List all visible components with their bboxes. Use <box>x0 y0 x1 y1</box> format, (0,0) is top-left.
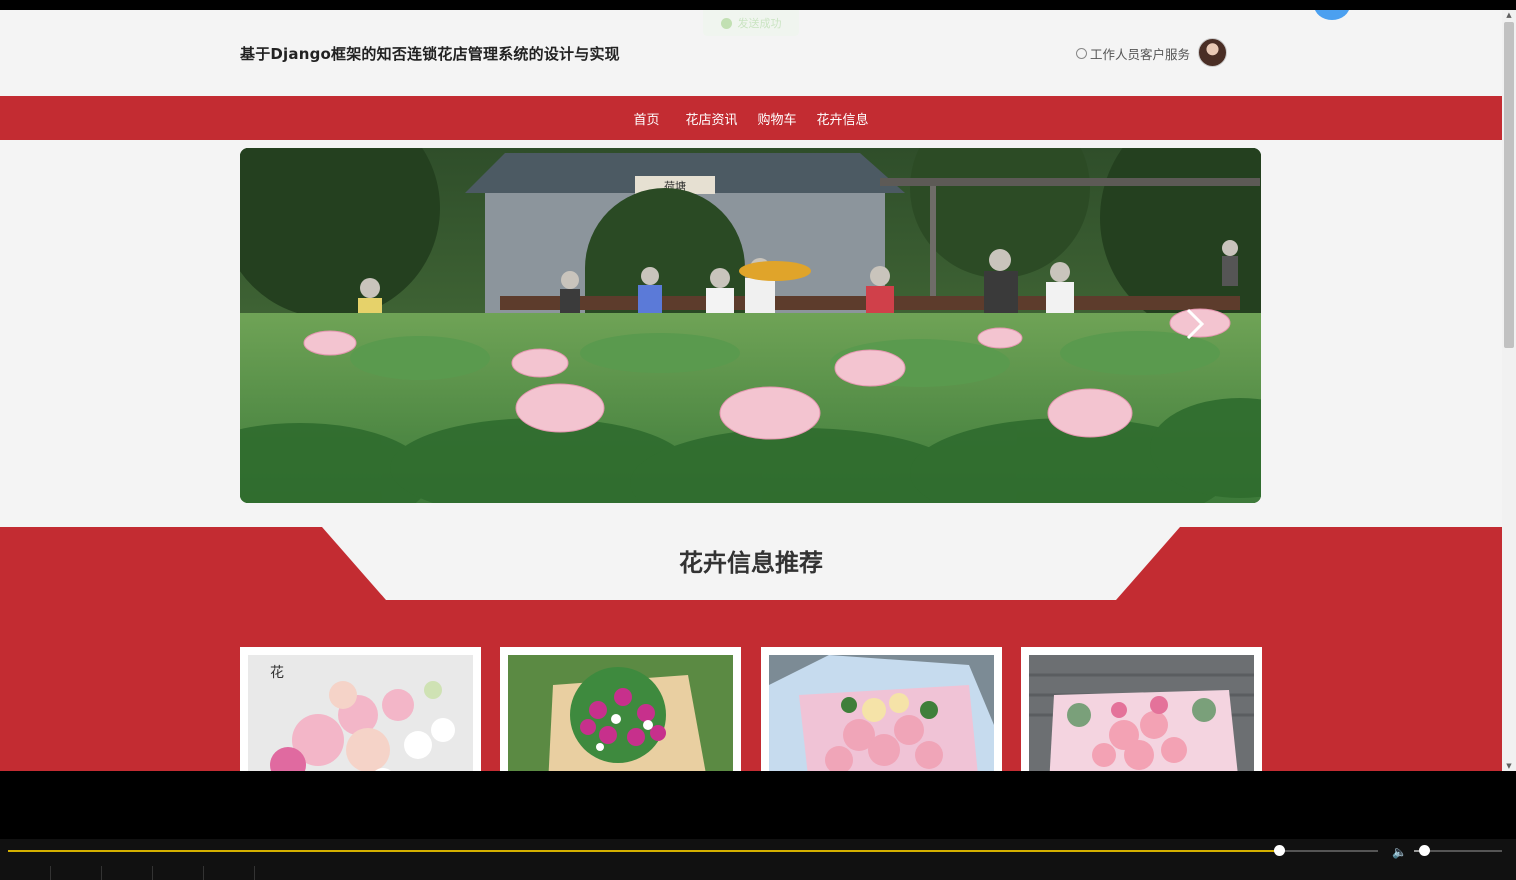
progress-fill <box>8 850 1280 852</box>
flower-card-3[interactable] <box>761 647 1002 771</box>
flower-card-1[interactable]: 花 <box>240 647 481 771</box>
speaker-icon[interactable]: 🔈 <box>1392 845 1407 859</box>
chat-bubble-icon <box>1076 48 1087 59</box>
flower-card-4[interactable] <box>1021 647 1262 771</box>
nav-item-cart[interactable]: 购物车 <box>748 109 807 128</box>
main-nav: 首页 花店资讯 购物车 花卉信息 <box>0 96 1502 140</box>
scroll-down-icon[interactable]: ▼ <box>1505 762 1513 770</box>
banner-carousel[interactable]: 荷塘 <box>240 148 1261 503</box>
playback-progress-bar[interactable] <box>8 845 1378 856</box>
user-avatar[interactable] <box>1198 38 1227 67</box>
scrollbar-thumb[interactable] <box>1504 22 1514 348</box>
customer-service-link[interactable]: 工作人员客户服务 <box>1076 44 1190 63</box>
flower-image-2 <box>508 655 733 771</box>
banner-image: 荷塘 <box>240 148 1261 503</box>
page-scrollbar[interactable]: ▲ ▼ <box>1502 10 1516 771</box>
nav-item-flowers[interactable]: 花卉信息 <box>807 109 879 128</box>
nav-item-home[interactable]: 首页 <box>623 109 669 128</box>
nav-item-news[interactable]: 花店资讯 <box>675 109 747 128</box>
volume-knob[interactable] <box>1418 845 1430 856</box>
customer-service-label: 工作人员客户服务 <box>1090 47 1191 62</box>
video-player-controls: 🔈 <box>0 839 1516 880</box>
site-header: 基于Django框架的知否连锁花店管理系统的设计与实现 工作人员客户服务 <box>0 10 1502 96</box>
browser-viewport: 发送成功 基于Django框架的知否连锁花店管理系统的设计与实现 工作人员客户服… <box>0 10 1502 771</box>
control-strip <box>0 866 1516 880</box>
progress-knob[interactable] <box>1274 845 1286 856</box>
site-title: 基于Django框架的知否连锁花店管理系统的设计与实现 <box>240 45 620 63</box>
recommend-section: 花卉信息推荐 花 <box>0 527 1502 771</box>
volume-slider[interactable] <box>1414 845 1502 856</box>
svg-text:花: 花 <box>270 665 284 681</box>
scroll-up-icon[interactable]: ▲ <box>1505 11 1513 19</box>
flower-card-2[interactable] <box>500 647 741 771</box>
flower-image-3 <box>769 655 994 771</box>
flower-image-4 <box>1029 655 1254 771</box>
section-title: 花卉信息推荐 <box>679 549 823 577</box>
flower-image-1: 花 <box>248 655 473 771</box>
